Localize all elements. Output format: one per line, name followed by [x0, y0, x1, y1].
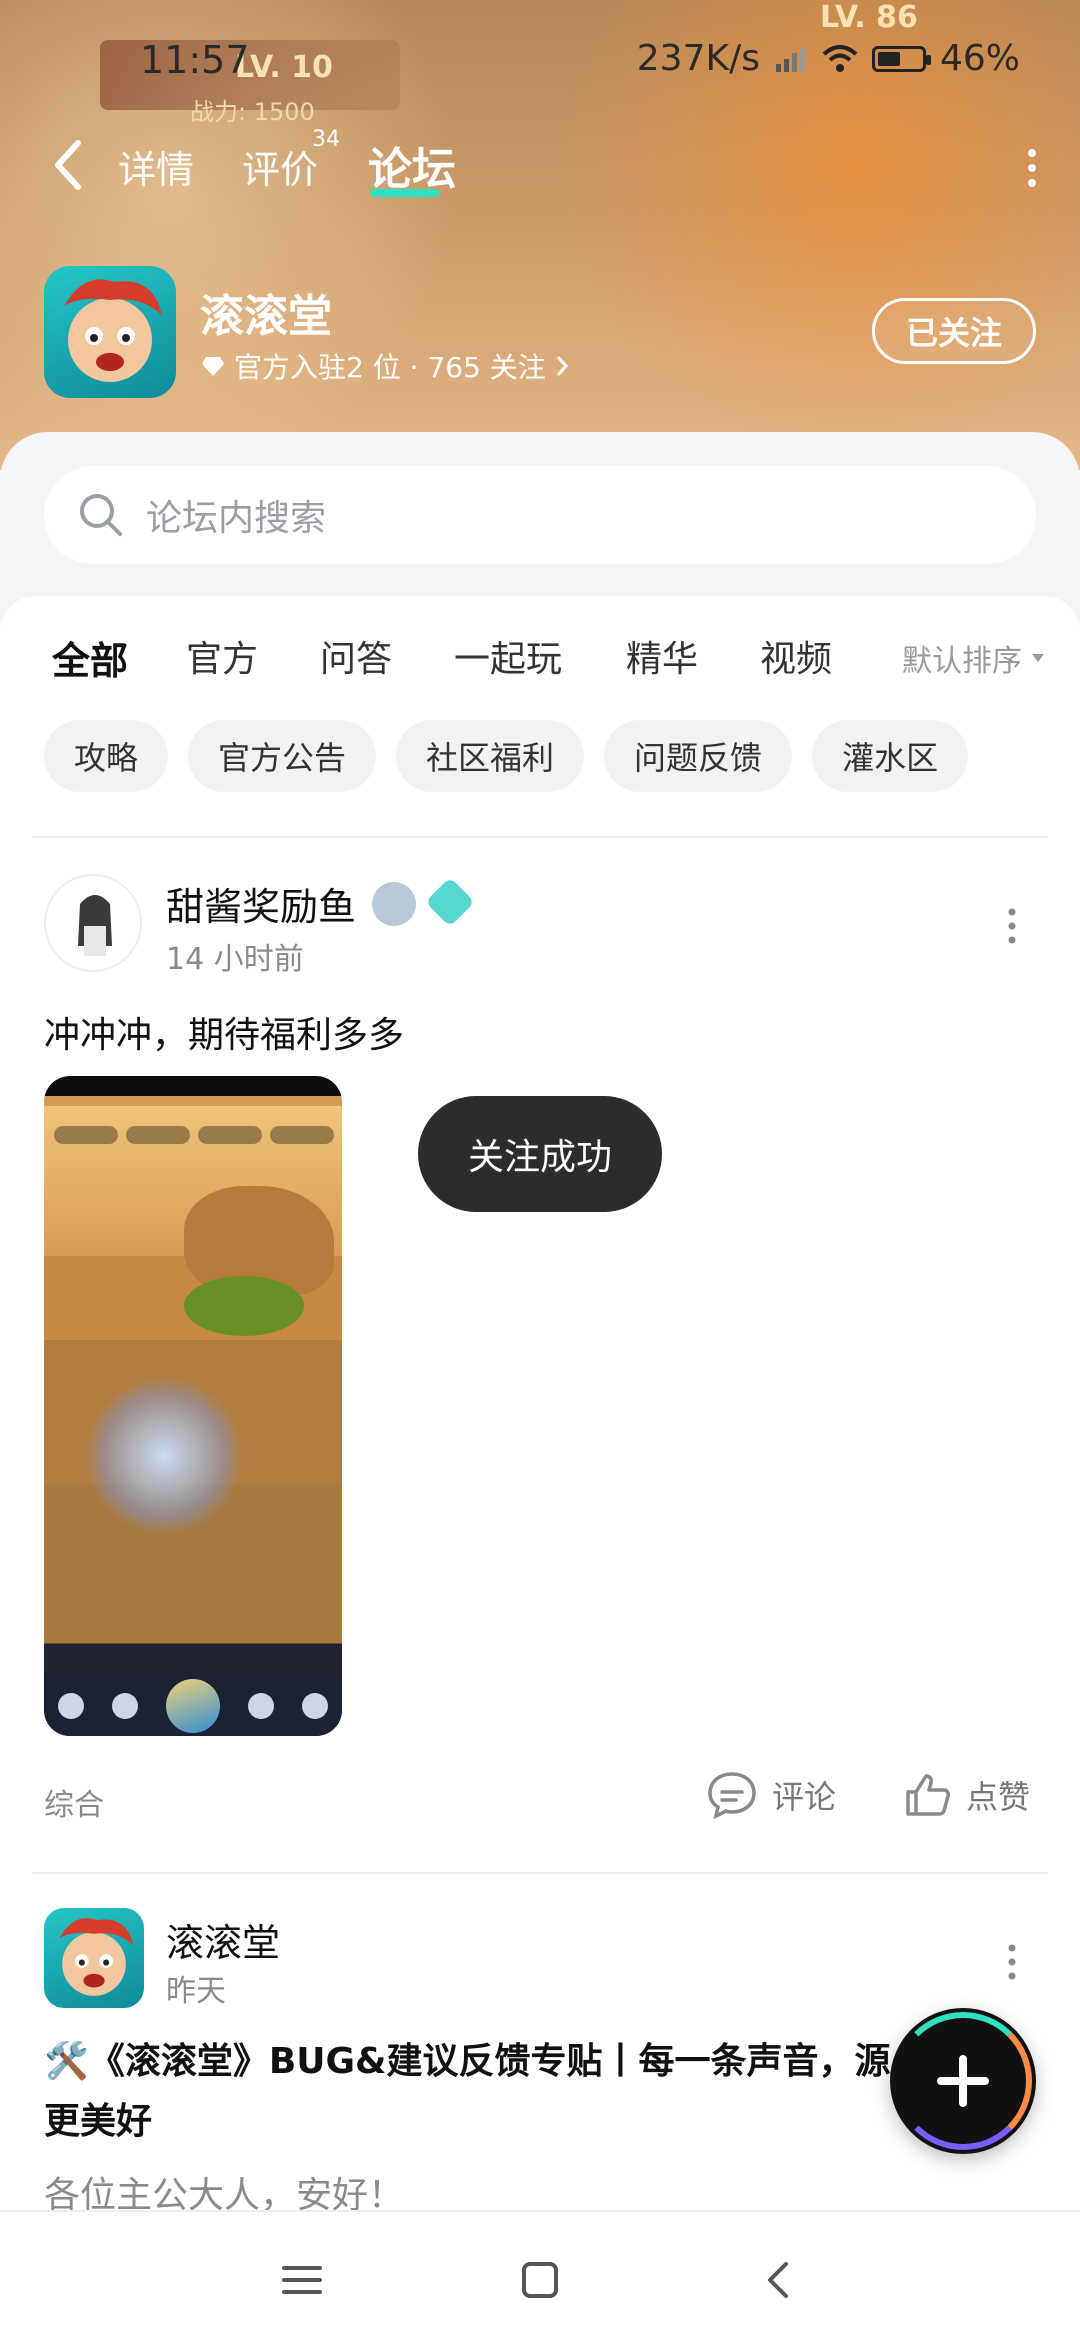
tab-qa[interactable]: 问答 [320, 630, 392, 682]
fab-ring [894, 2012, 1032, 2150]
search-icon [80, 494, 122, 536]
image-hud [54, 1126, 334, 1156]
thumbs-up-icon [906, 1774, 950, 1816]
chip-official-announcement[interactable]: 官方公告 [188, 720, 377, 792]
reviews-count-badge: 34 [312, 127, 340, 152]
followed-button[interactable]: 已关注 [872, 298, 1036, 364]
home-square-icon[interactable] [510, 2250, 570, 2310]
divider [32, 1872, 1048, 1874]
status-right: 237K/s 46% [637, 38, 1020, 79]
tab-video[interactable]: 视频 [760, 630, 832, 682]
search-placeholder: 论坛内搜索 [146, 498, 327, 539]
image-bush [184, 1276, 304, 1336]
avatar-art [46, 876, 140, 970]
post-time: 昨天 [166, 1974, 226, 2009]
app-character-art [64, 279, 162, 382]
create-post-button[interactable] [890, 2008, 1036, 2154]
tab-forum[interactable]: 论坛 [368, 133, 456, 197]
tab-official[interactable]: 官方 [186, 630, 258, 682]
user-badge-icon [372, 882, 416, 926]
post-footer: 综合 评论 点赞 [44, 1770, 1036, 1830]
forum-header: LV. 10 战力: 1500 LV. 86 11:57 237K/s 46% [0, 0, 1080, 470]
divider [32, 836, 1048, 838]
top-nav: 详情 评价 34 论坛 [0, 125, 1080, 205]
system-nav-bar [0, 2210, 1080, 2340]
network-speed: 237K/s [636, 38, 760, 79]
back-chevron-icon[interactable] [750, 2250, 810, 2310]
avatar-art [59, 1918, 134, 1996]
avatar[interactable] [44, 1908, 144, 2008]
more-vertical-icon[interactable] [1022, 143, 1042, 193]
avatar[interactable] [44, 874, 142, 972]
tab-play-together[interactable]: 一起玩 [454, 630, 562, 682]
comment-label: 评论 [772, 1778, 837, 1816]
wifi-icon [822, 44, 858, 72]
tab-featured[interactable]: 精华 [626, 630, 698, 682]
caret-down-icon [1032, 654, 1044, 662]
app-name: 滚滚堂 [200, 291, 332, 342]
tab-reviews[interactable]: 评价 [242, 139, 318, 194]
post-category[interactable]: 综合 [44, 1780, 104, 1824]
battery-percent: 46% [939, 38, 1020, 79]
chip-feedback[interactable]: 问题反馈 [604, 720, 793, 792]
sort-dropdown[interactable]: 默认排序 [902, 636, 1046, 680]
image-game-nav [44, 1676, 342, 1736]
battery-icon [871, 45, 931, 72]
post-author[interactable]: 滚滚堂 [166, 1912, 280, 1967]
post-content[interactable]: 冲冲冲，期待福利多多 [44, 1006, 404, 1058]
chip-chat[interactable]: 灌水区 [812, 720, 969, 792]
chevron-right-icon [556, 356, 568, 376]
like-button[interactable]: 点赞 [902, 1770, 1030, 1820]
more-vertical-icon[interactable] [1004, 906, 1020, 946]
post-title[interactable]: 🛠️《滚滚堂》BUG&建议反馈专贴丨每一条声音，源更美好 [44, 2032, 924, 2152]
game-art-level-right: LV. 86 [820, 0, 918, 35]
menu-icon[interactable] [272, 2250, 332, 2310]
app-meta[interactable]: 官方入驻2 位 · 765 关注 [200, 346, 570, 386]
game-art-power: 战力: 1500 [190, 98, 315, 126]
app-icon[interactable] [44, 266, 176, 398]
forum-tabs: 全部 官方 问答 一起玩 精华 视频 默认排序 [0, 626, 1080, 706]
category-chips: 攻略 官方公告 社区福利 问题反馈 灌水区 [44, 720, 969, 792]
post-image[interactable] [44, 1076, 342, 1736]
chevron-left-icon[interactable] [48, 137, 88, 193]
battery-fill [877, 51, 901, 66]
tab-details[interactable]: 详情 [118, 139, 194, 194]
chip-community-benefits[interactable]: 社区福利 [396, 720, 585, 792]
image-lightning [84, 1376, 244, 1536]
like-label: 点赞 [966, 1778, 1031, 1816]
status-bar: 11:57 237K/s 46% [0, 38, 1080, 88]
signal-icon [775, 46, 805, 72]
sort-label: 默认排序 [902, 644, 1022, 679]
more-vertical-icon[interactable] [1004, 1942, 1020, 1982]
heart-diamond-icon [202, 357, 224, 376]
post-author[interactable]: 甜酱奖励鱼 [166, 876, 356, 931]
search-input[interactable]: 论坛内搜索 [44, 466, 1036, 564]
status-time: 11:57 [140, 38, 250, 82]
post-time: 14 小时前 [166, 942, 304, 977]
comment-button[interactable]: 评论 [706, 1770, 836, 1820]
app-meta-text: 官方入驻2 位 · 765 关注 [234, 351, 546, 384]
tab-all[interactable]: 全部 [52, 630, 128, 685]
toast-follow-success: 关注成功 [418, 1096, 662, 1212]
tab-forum-indicator [370, 189, 440, 197]
comment-icon [708, 1772, 756, 1820]
chip-guide[interactable]: 攻略 [44, 720, 169, 792]
